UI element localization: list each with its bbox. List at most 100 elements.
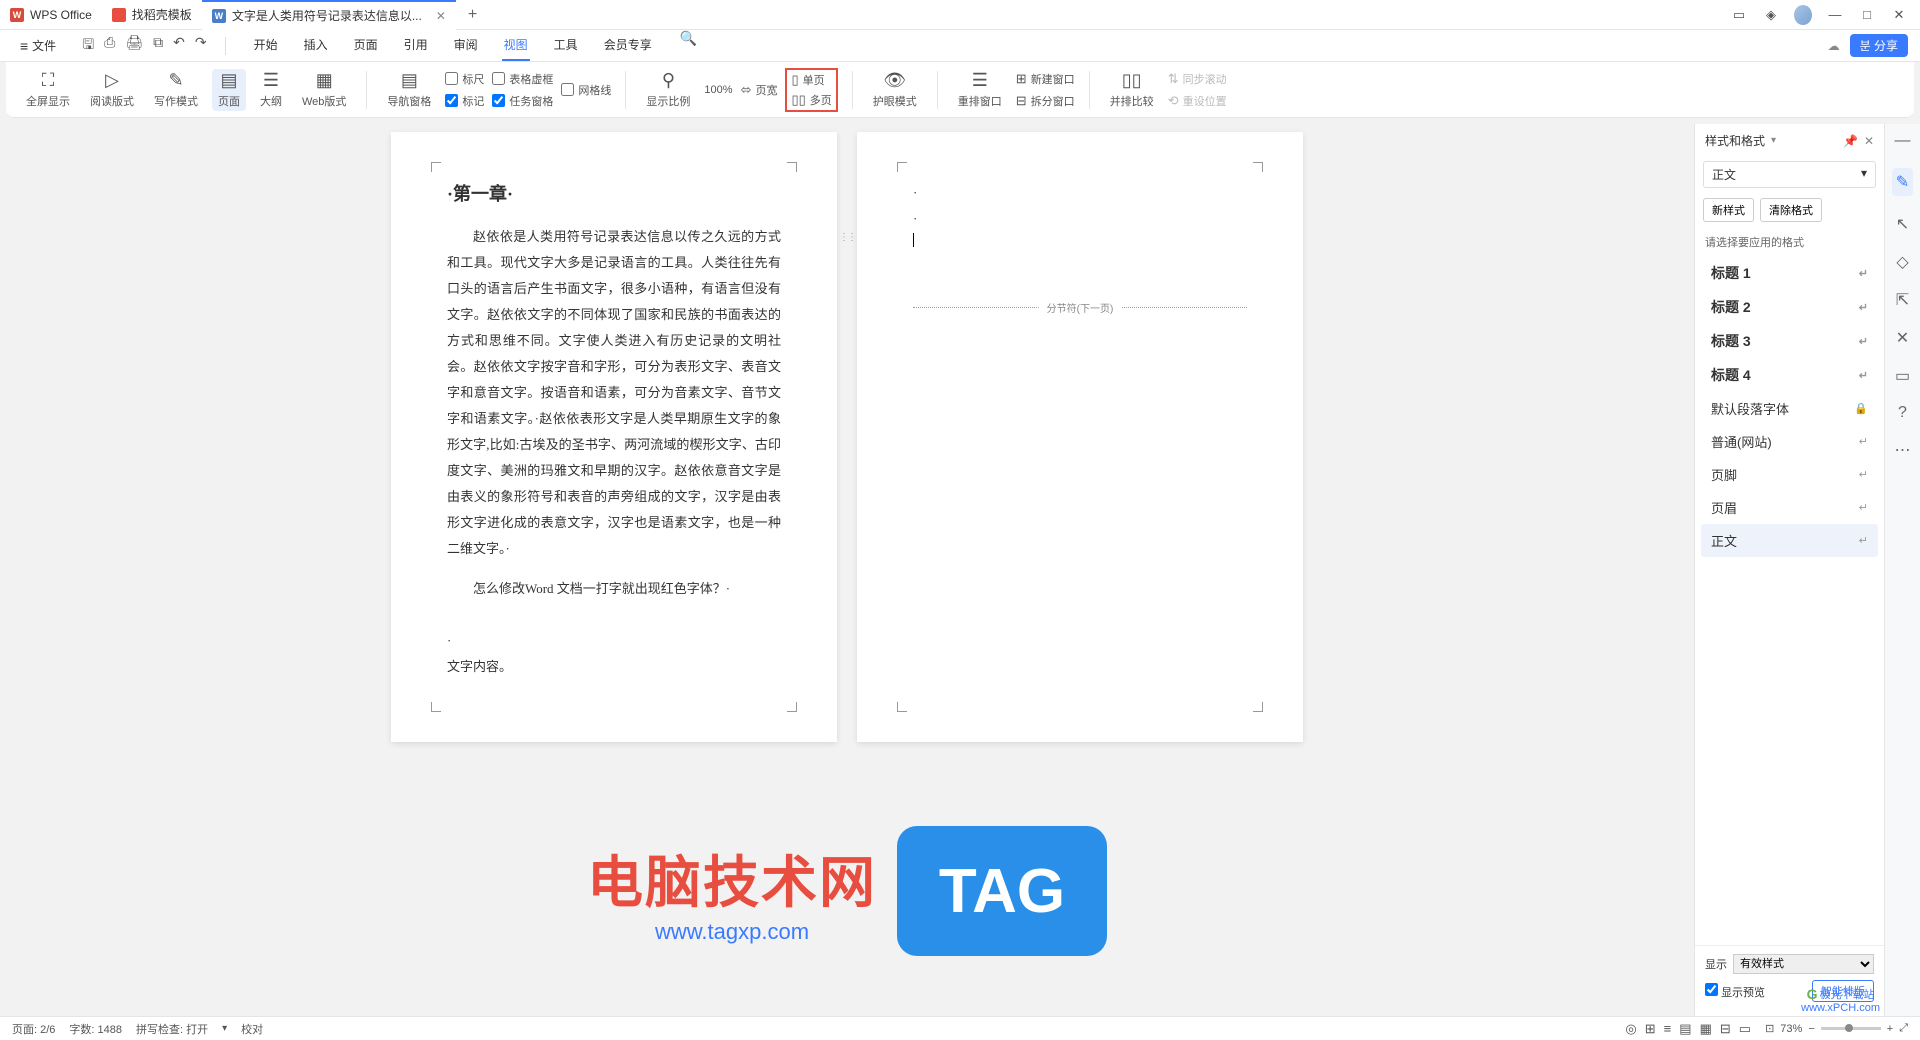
style-heading-1[interactable]: 标题 1↵ — [1701, 256, 1878, 290]
single-page-button[interactable]: ▯单页 — [791, 72, 831, 88]
tab-member[interactable]: 会员专享 — [602, 30, 654, 61]
tab-view[interactable]: 视图 — [502, 30, 530, 61]
tab-page[interactable]: 页面 — [352, 30, 380, 61]
multi-page-button[interactable]: ▯▯多页 — [791, 92, 831, 108]
style-heading-3[interactable]: 标题 3↵ — [1701, 324, 1878, 358]
show-ratio-button[interactable]: ⚲显示比例 — [640, 69, 696, 111]
share-button[interactable]: 분 分享 — [1850, 34, 1908, 57]
tab-tools[interactable]: 工具 — [552, 30, 580, 61]
tools-rail-icon[interactable]: ✕ — [1896, 328, 1909, 348]
device-rail-icon[interactable]: ▭ — [1895, 366, 1910, 386]
style-heading-4[interactable]: 标题 4↵ — [1701, 358, 1878, 392]
page-width-button[interactable]: ⬄页宽 — [741, 82, 778, 98]
document-tab[interactable]: W 文字是人类用符号记录表达信息以... ✕ — [202, 0, 456, 30]
grid-view-icon[interactable]: ⊞ — [1645, 1021, 1656, 1037]
undo-icon[interactable]: ↶ — [173, 34, 185, 58]
cloud-icon[interactable]: ☁ — [1828, 39, 1840, 53]
panel-icon[interactable]: ▭ — [1730, 7, 1748, 23]
search-icon[interactable]: 🔍 — [680, 30, 697, 61]
new-window-button[interactable]: ⊞新建窗口 — [1016, 71, 1075, 87]
tab-start[interactable]: 开始 — [252, 30, 280, 61]
proof-status[interactable]: 校对 — [241, 1021, 263, 1037]
table-border-checkbox[interactable]: 表格虚框 — [492, 71, 553, 87]
close-tab-icon[interactable]: ✕ — [436, 9, 446, 23]
close-window-button[interactable]: ✕ — [1890, 7, 1908, 23]
style-header[interactable]: 页眉↵ — [1701, 491, 1878, 524]
style-normal-web[interactable]: 普通(网站)↵ — [1701, 425, 1878, 458]
collapse-rail-icon[interactable]: — — [1895, 132, 1911, 150]
page-2: ⋮⋮ · · 分节符(下一页) — [857, 132, 1303, 742]
marks-checkbox[interactable]: 标记 — [445, 93, 484, 109]
export-rail-icon[interactable]: ⇱ — [1896, 290, 1909, 310]
style-heading-2[interactable]: 标题 2↵ — [1701, 290, 1878, 324]
outline-view-icon[interactable]: ⊟ — [1720, 1021, 1731, 1037]
avatar[interactable] — [1794, 5, 1812, 25]
styles-rail-icon[interactable]: ✎ — [1892, 168, 1913, 196]
list-view-icon[interactable]: ≡ — [1664, 1021, 1672, 1037]
tab-insert[interactable]: 插入 — [302, 30, 330, 61]
multi-page-icon: ▯▯ — [791, 92, 805, 108]
doc-icon: W — [212, 9, 226, 23]
expand-icon[interactable]: ⤢ — [1899, 1022, 1908, 1035]
zoom-in-icon[interactable]: + — [1887, 1023, 1893, 1035]
style-body[interactable]: 正文↵ — [1701, 524, 1878, 557]
outline-button[interactable]: ☰大纲 — [254, 69, 288, 111]
read-mode-button[interactable]: ▷阅读版式 — [84, 69, 140, 111]
pin-icon[interactable]: 📌 — [1843, 134, 1858, 148]
copy-icon[interactable]: ⧉ — [153, 34, 163, 58]
task-pane-checkbox[interactable]: 任务窗格 — [492, 93, 553, 109]
gridlines-checkbox[interactable]: 网格线 — [561, 82, 611, 98]
minimize-button[interactable]: — — [1826, 7, 1844, 22]
split-window-button[interactable]: ⊟拆分窗口 — [1016, 93, 1075, 109]
word-count[interactable]: 字数: 1488 — [69, 1021, 122, 1037]
page-layout-highlight: ▯单页 ▯▯多页 — [785, 68, 837, 112]
ruler-checkbox[interactable]: 标尺 — [445, 71, 484, 87]
nav-pane-button[interactable]: ▤导航窗格 — [381, 69, 437, 111]
focus-view-icon[interactable]: ◎ — [1625, 1021, 1636, 1037]
zoom-100-button[interactable]: 100% — [704, 84, 732, 96]
arrange-window-button[interactable]: ☰重排窗口 — [952, 69, 1008, 111]
help-rail-icon[interactable]: ? — [1898, 404, 1907, 422]
tab-reference[interactable]: 引用 — [402, 30, 430, 61]
page-indicator[interactable]: 页面: 2/6 — [12, 1021, 55, 1037]
zoom-control[interactable]: ⊡ 73% − + ⤢ — [1765, 1022, 1908, 1035]
statusbar: 页面: 2/6 字数: 1488 拼写检查: 打开 ▾ 校对 ◎ ⊞ ≡ ▤ ▦… — [0, 1016, 1920, 1040]
print-icon[interactable]: 🖨 — [125, 34, 143, 58]
close-panel-icon[interactable]: ✕ — [1864, 134, 1874, 148]
page-drag-handle[interactable]: ⋮⋮ — [839, 232, 855, 243]
eye-mode-button[interactable]: 👁护眼模式 — [867, 69, 923, 111]
save-icon[interactable]: 🖫 — [82, 34, 94, 58]
read-view-icon[interactable]: ▭ — [1739, 1021, 1751, 1037]
page-view-icon[interactable]: ▤ — [1679, 1021, 1691, 1037]
select-rail-icon[interactable]: ↖ — [1896, 214, 1909, 234]
app-tab[interactable]: W WPS Office — [0, 0, 102, 30]
show-filter-select[interactable]: 有效样式 — [1733, 954, 1874, 974]
chapter-heading: ·第一章· — [447, 180, 781, 206]
more-rail-icon[interactable]: ⋯ — [1895, 440, 1911, 460]
web-view-button[interactable]: ▦Web版式 — [296, 69, 352, 111]
print-preview-icon[interactable]: ⎙ — [104, 34, 115, 58]
document-area[interactable]: ·第一章· 赵依依是人类用符号记录表达信息以传之久远的方式和工具。现代文字大多是… — [0, 124, 1694, 1016]
file-menu[interactable]: ≡ 文件 — [12, 33, 64, 58]
shapes-rail-icon[interactable]: ◇ — [1896, 252, 1908, 272]
clear-format-button[interactable]: 清除格式 — [1760, 198, 1822, 222]
style-default-font[interactable]: 默认段落字体🔒 — [1701, 392, 1878, 425]
new-style-button[interactable]: 新样式 — [1703, 198, 1754, 222]
fullscreen-button[interactable]: ⛶全屏显示 — [20, 69, 76, 111]
style-footer[interactable]: 页脚↵ — [1701, 458, 1878, 491]
current-style-select[interactable]: 正文 ▾ — [1703, 161, 1876, 188]
redo-icon[interactable]: ↷ — [195, 34, 207, 58]
zoom-out-icon[interactable]: − — [1808, 1023, 1814, 1035]
web-view-icon[interactable]: ▦ — [1700, 1021, 1712, 1037]
spellcheck-status[interactable]: 拼写检查: 打开 — [136, 1021, 208, 1037]
cube-icon[interactable]: ◈ — [1762, 7, 1780, 23]
tab-review[interactable]: 审阅 — [452, 30, 480, 61]
template-tab[interactable]: 找稻壳模板 — [102, 0, 202, 30]
write-mode-button[interactable]: ✎写作模式 — [148, 69, 204, 111]
preview-checkbox[interactable]: 显示预览 — [1705, 983, 1765, 1000]
dot3: · — [913, 206, 1247, 232]
add-tab-button[interactable]: + — [456, 6, 489, 24]
maximize-button[interactable]: □ — [1858, 7, 1876, 22]
page-view-button[interactable]: ▤页面 — [212, 69, 246, 111]
fit-icon[interactable]: ⊡ — [1765, 1022, 1774, 1035]
